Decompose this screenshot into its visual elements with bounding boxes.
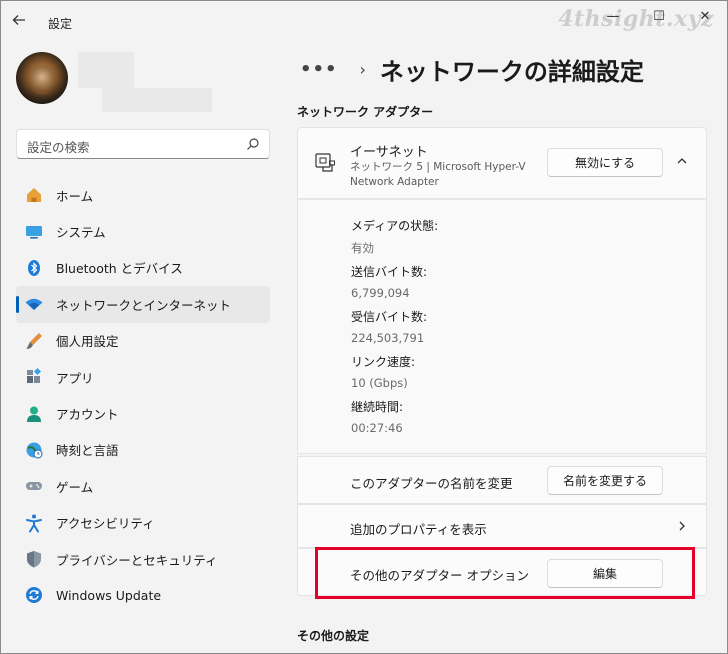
search-input[interactable]: 設定の検索 xyxy=(16,129,270,159)
breadcrumb-separator: › xyxy=(359,59,366,79)
gamepad-icon xyxy=(24,476,44,496)
bluetooth-icon xyxy=(24,258,44,278)
received-bytes-value: 224,503,791 xyxy=(351,331,425,345)
sidebar-item-label: ネットワークとインターネット xyxy=(56,297,232,313)
back-arrow-icon xyxy=(12,15,25,25)
sidebar-item-personalization[interactable]: 個人用設定 xyxy=(16,323,270,359)
maximize-button[interactable]: ☐ xyxy=(636,0,682,32)
more-adapter-options-label: その他のアダプター オプション xyxy=(350,568,529,583)
view-properties-label: 追加のプロパティを表示 xyxy=(350,522,487,537)
minimize-button[interactable]: — xyxy=(590,0,636,32)
sidebar-item-privacy[interactable]: プライバシーとセキュリティ xyxy=(16,541,270,577)
ethernet-icon xyxy=(315,153,335,172)
sidebar-item-label: システム xyxy=(56,225,106,241)
sidebar-item-home[interactable]: ホーム xyxy=(16,177,270,213)
section-heading-other-settings: その他の設定 xyxy=(297,629,370,643)
profile-name-redacted xyxy=(78,52,134,88)
rename-adapter-row: このアダプターの名前を変更 名前を変更する xyxy=(297,456,707,504)
media-state-label: メディアの状態: xyxy=(351,219,439,233)
breadcrumb-overflow-button[interactable]: ••• xyxy=(300,59,338,80)
link-speed-value: 10 (Gbps) xyxy=(351,376,408,390)
back-button[interactable] xyxy=(12,12,34,34)
brush-icon xyxy=(24,331,44,351)
search-placeholder: 設定の検索 xyxy=(27,140,90,155)
app-title: 設定 xyxy=(48,17,73,31)
account-icon xyxy=(24,404,44,424)
received-bytes-label: 受信バイト数: xyxy=(351,310,428,324)
search-icon xyxy=(247,138,259,150)
update-icon xyxy=(24,585,44,605)
avatar[interactable] xyxy=(16,52,68,104)
sidebar-item-accessibility[interactable]: アクセシビリティ xyxy=(16,505,270,541)
sidebar-item-network[interactable]: ネットワークとインターネット xyxy=(16,286,270,323)
adapter-details: メディアの状態: 有効 送信バイト数: 6,799,094 受信バイト数: 22… xyxy=(297,199,707,454)
sidebar-item-label: 時刻と言語 xyxy=(56,443,119,459)
duration-label: 継続時間: xyxy=(351,400,404,414)
sidebar-item-label: ホーム xyxy=(56,188,94,204)
window-controls: — ☐ ✕ xyxy=(590,0,728,32)
sidebar-item-apps[interactable]: アプリ xyxy=(16,359,270,395)
rename-label: このアダプターの名前を変更 xyxy=(350,476,513,491)
sent-bytes-value: 6,799,094 xyxy=(351,286,410,300)
more-adapter-options-row: その他のアダプター オプション 編集 xyxy=(297,548,707,596)
sidebar-item-label: アクセシビリティ xyxy=(56,516,155,532)
sidebar-nav: ホーム システム Bluetooth とデバイス ネットワークとインターネット … xyxy=(16,177,270,614)
adapter-description: ネットワーク 5 | Microsoft Hyper-V Network Ada… xyxy=(350,161,526,188)
view-properties-row[interactable]: 追加のプロパティを表示 xyxy=(297,504,707,548)
sidebar-item-bluetooth[interactable]: Bluetooth とデバイス xyxy=(16,250,270,286)
sidebar-item-label: 個人用設定 xyxy=(56,334,119,350)
adapter-card-header[interactable]: イーサネット ネットワーク 5 | Microsoft Hyper-V Netw… xyxy=(297,127,707,199)
sidebar-item-label: アカウント xyxy=(56,407,119,423)
breadcrumb: ••• › ネットワークの詳細設定 xyxy=(300,52,644,86)
sidebar-item-time-language[interactable]: 時刻と言語 xyxy=(16,432,270,468)
page-title: ネットワークの詳細設定 xyxy=(379,57,644,86)
disable-button[interactable]: 無効にする xyxy=(547,148,663,177)
media-state-value: 有効 xyxy=(351,241,374,255)
title-bar: 設定 4thsight.xyz — ☐ ✕ xyxy=(0,0,728,44)
close-button[interactable]: ✕ xyxy=(682,0,728,32)
home-icon xyxy=(24,185,44,205)
sidebar-item-label: プライバシーとセキュリティ xyxy=(56,552,218,568)
sent-bytes-label: 送信バイト数: xyxy=(351,265,428,279)
sidebar-item-label: Windows Update xyxy=(56,587,162,603)
apps-icon xyxy=(24,367,44,387)
sidebar-item-windows-update[interactable]: Windows Update xyxy=(16,577,270,613)
system-icon xyxy=(24,222,44,242)
accessibility-icon xyxy=(24,513,44,533)
duration-value: 00:27:46 xyxy=(351,421,403,435)
wifi-icon xyxy=(24,294,44,314)
rename-button[interactable]: 名前を変更する xyxy=(547,466,663,495)
shield-icon xyxy=(24,549,44,569)
sidebar-item-label: Bluetooth とデバイス xyxy=(56,261,183,277)
sidebar-item-gaming[interactable]: ゲーム xyxy=(16,468,270,504)
chevron-right-icon xyxy=(679,521,685,531)
section-heading-adapters: ネットワーク アダプター xyxy=(297,105,434,119)
link-speed-label: リンク速度: xyxy=(351,355,416,369)
profile-email-redacted xyxy=(102,88,212,112)
edit-button[interactable]: 編集 xyxy=(547,559,663,588)
sidebar-item-label: ゲーム xyxy=(56,479,94,495)
sidebar-item-system[interactable]: システム xyxy=(16,213,270,249)
chevron-up-icon[interactable] xyxy=(676,155,688,167)
sidebar-item-label: アプリ xyxy=(56,370,94,386)
adapter-name: イーサネット xyxy=(350,145,428,160)
sidebar-item-accounts[interactable]: アカウント xyxy=(16,395,270,431)
time-language-icon xyxy=(24,440,44,460)
